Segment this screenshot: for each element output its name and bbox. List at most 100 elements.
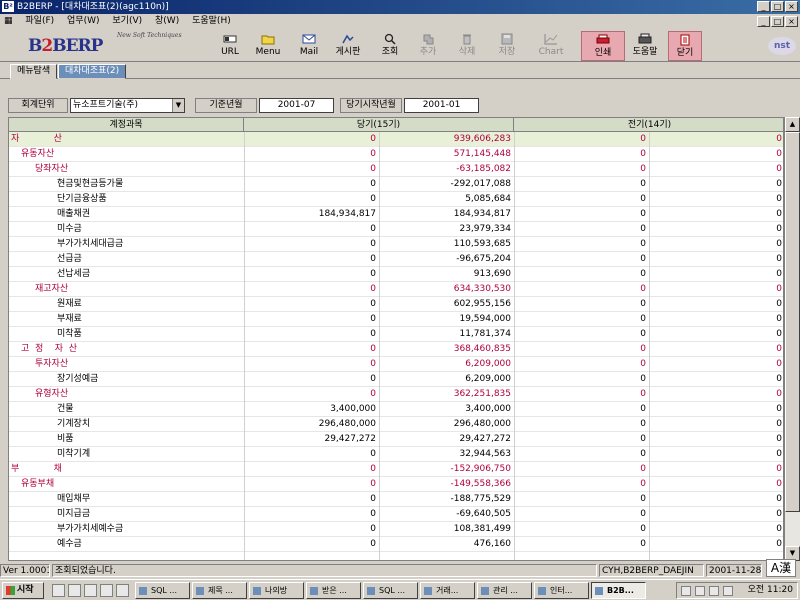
window-title: B2BERP - [대차대조표(2)(agc110n)]	[17, 2, 169, 12]
taskbar-button[interactable]: B2B...	[591, 582, 646, 599]
app-quicklaunch-icon[interactable]	[100, 584, 113, 597]
table-row[interactable]: 미착품 0 11,781,374 0 0	[9, 327, 783, 342]
query-button[interactable]: 조회	[375, 31, 405, 61]
tab-balance-sheet[interactable]: 대차대조표(2)	[58, 64, 127, 79]
prior-period-total-cell: 0	[776, 434, 782, 444]
account-cell: 부 채	[11, 464, 62, 474]
table-row[interactable]: 매출채권 184,934,817 184,934,817 0 0	[9, 207, 783, 222]
menu-view[interactable]: 보기(V)	[108, 14, 148, 29]
current-period-cell: 0	[370, 269, 376, 279]
taskbar-button[interactable]: 나의방	[249, 582, 304, 599]
table-row[interactable]: 미수금 0 23,979,334 0 0	[9, 222, 783, 237]
close-screen-button[interactable]: 닫기	[668, 31, 702, 61]
current-period-cell: 0	[370, 359, 376, 369]
table-row[interactable]: 유형자산 0 362,251,835 0 0	[9, 387, 783, 402]
tray-icon[interactable]	[695, 586, 705, 596]
delete-button[interactable]: 삭제	[452, 31, 482, 61]
menu-work[interactable]: 업무(W)	[63, 14, 105, 29]
mdi-close-button[interactable]: ×	[785, 16, 798, 27]
table-row[interactable]: 장기성예금 0 6,209,000 0 0	[9, 372, 783, 387]
taskbar-button[interactable]: 받은 ...	[306, 582, 361, 599]
table-row[interactable]: 당좌자산 0 -63,185,082 0 0	[9, 162, 783, 177]
ie-quicklaunch-icon[interactable]	[52, 584, 65, 597]
table-row[interactable]: 비품 29,427,272 29,427,272 0 0	[9, 432, 783, 447]
table-row[interactable]: 고 정 자 산 0 368,460,835 0 0	[9, 342, 783, 357]
chart-button[interactable]: Chart	[530, 31, 572, 61]
table-row[interactable]: 기계장치 296,480,000 296,480,000 0 0	[9, 417, 783, 432]
tray-icon[interactable]	[681, 586, 691, 596]
table-row[interactable]: 미지급금 0 -69,640,505 0 0	[9, 507, 783, 522]
taskbar-button[interactable]: SQL ...	[363, 582, 418, 599]
table-row[interactable]: 건물 3,400,000 3,400,000 0 0	[9, 402, 783, 417]
account-cell: 현금및현금등가물	[57, 179, 124, 189]
table-row[interactable]: 부가가치세대급금 0 110,593,685 0 0	[9, 237, 783, 252]
table-row[interactable]: 예수금 0 476,160 0 0	[9, 537, 783, 552]
table-row[interactable]: 선납세금 0 913,690 0 0	[9, 267, 783, 282]
taskbar-button[interactable]: 관리 ...	[477, 582, 532, 599]
table-row[interactable]: 부재료 0 19,594,000 0 0	[9, 312, 783, 327]
taskbar-button[interactable]: 제목 ...	[192, 582, 247, 599]
scroll-thumb[interactable]	[785, 132, 800, 512]
mdi-minimize-button[interactable]: _	[757, 16, 770, 27]
vertical-scrollbar[interactable]: ▲ ▼	[784, 117, 800, 561]
table-row[interactable]: 부가가치세예수금 0 108,381,499 0 0	[9, 522, 783, 537]
window-titlebar[interactable]: B² B2BERP - [대차대조표(2)(agc110n)] _ □ ×	[0, 0, 800, 14]
menu-help[interactable]: 도움말(H)	[188, 14, 237, 29]
board-button[interactable]: 게시판	[331, 31, 365, 61]
account-cell: 단기금융상품	[57, 194, 107, 204]
table-row[interactable]: 투자자산 0 6,209,000 0 0	[9, 357, 783, 372]
table-row[interactable]: 단기금융상품 0 5,085,684 0 0	[9, 192, 783, 207]
close-window-button[interactable]: ×	[785, 1, 798, 12]
doc-icon[interactable]: ▦	[0, 14, 19, 29]
url-button[interactable]: URL	[215, 31, 245, 61]
print-button[interactable]: 인쇄	[581, 31, 625, 61]
start-button[interactable]: 시작	[2, 582, 44, 599]
desktop-quicklaunch-icon[interactable]	[84, 584, 97, 597]
header-prior-period[interactable]: 전기(14기)	[514, 118, 783, 132]
menu-bar: ▦ 파일(F) 업무(W) 보기(V) 창(W) 도움말(H) _ □ ×	[0, 14, 800, 29]
base-month-field[interactable]: 2001-07	[259, 98, 334, 113]
table-row[interactable]: 현금및현금등가물 0 -292,017,088 0 0	[9, 177, 783, 192]
table-row[interactable]: 선급금 0 -96,675,204 0 0	[9, 252, 783, 267]
taskbar-button[interactable]: 인터...	[534, 582, 589, 599]
speaker-icon[interactable]	[709, 586, 719, 596]
table-row[interactable]: 매입채무 0 -188,775,529 0 0	[9, 492, 783, 507]
maximize-button[interactable]: □	[771, 1, 784, 12]
account-cell: 매입채무	[57, 494, 91, 504]
header-account[interactable]: 계정과목	[9, 118, 244, 132]
start-month-label: 당기시작년월	[340, 98, 402, 113]
table-row[interactable]: 유동부채 0 -149,558,366 0 0	[9, 477, 783, 492]
header-current-period[interactable]: 당기(15기)	[244, 118, 514, 132]
tab-menu-explorer[interactable]: 메뉴탐색	[10, 64, 58, 79]
start-month-field[interactable]: 2001-01	[404, 98, 479, 113]
table-row[interactable]: 유동자산 0 571,145,448 0 0	[9, 147, 783, 162]
taskbar-button[interactable]: SQL ...	[135, 582, 190, 599]
table-row[interactable]: 재고자산 0 634,330,530 0 0	[9, 282, 783, 297]
chevron-down-icon[interactable]: ▼	[172, 99, 184, 112]
accounting-unit-select[interactable]: 뉴소프트기술(주) ▼	[70, 98, 185, 113]
mdi-restore-button[interactable]: □	[771, 16, 784, 27]
add-button[interactable]: 추가	[413, 31, 443, 61]
table-row[interactable]: 원재료 0 602,955,156 0 0	[9, 297, 783, 312]
help-button[interactable]: 도움말	[628, 31, 662, 61]
current-period-cell: 0	[370, 284, 376, 294]
save-button[interactable]: 저장	[492, 31, 522, 61]
minimize-button[interactable]: _	[757, 1, 770, 12]
ime-indicator[interactable]: A漢	[766, 559, 796, 577]
outlook-quicklaunch-icon[interactable]	[68, 584, 81, 597]
mail-button[interactable]: Mail	[294, 31, 324, 61]
menu-window[interactable]: 창(W)	[151, 14, 185, 29]
table-row[interactable]: 부 채 0 -152,906,750 0 0	[9, 462, 783, 477]
account-cell: 비품	[57, 434, 74, 444]
menu-file[interactable]: 파일(F)	[21, 14, 60, 29]
scroll-up-button[interactable]: ▲	[785, 117, 800, 132]
taskbar-button[interactable]: 거래...	[420, 582, 475, 599]
tray-icon[interactable]	[723, 586, 733, 596]
app-quicklaunch-icon[interactable]	[116, 584, 129, 597]
menu-button[interactable]: Menu	[252, 31, 284, 61]
balance-sheet-grid[interactable]: 계정과목 당기(15기) 전기(14기) 자 산 0 939,606,283 0 0 유동…	[8, 117, 784, 561]
prior-period-cell: 0	[640, 194, 646, 204]
version-text: Ver 1.0001	[0, 564, 50, 577]
table-row[interactable]: 자 산 0 939,606,283 0 0	[9, 132, 783, 147]
table-row[interactable]: 미착기계 0 32,944,563 0 0	[9, 447, 783, 462]
